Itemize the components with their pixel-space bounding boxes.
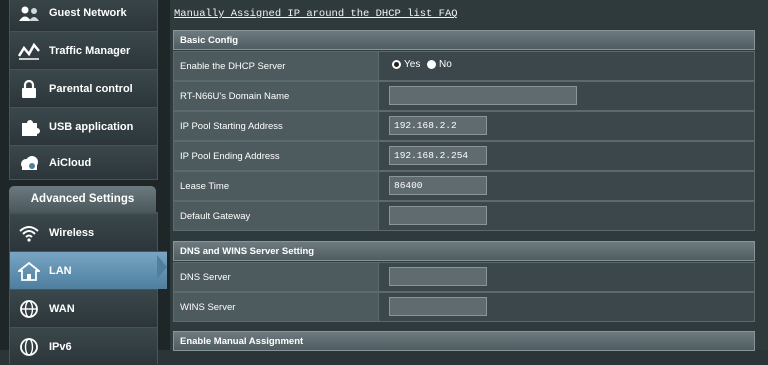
- sidebar-item-label: Traffic Manager: [49, 44, 131, 57]
- pool-end-row: IP Pool Ending Address 192.168.2.254: [173, 141, 755, 171]
- sidebar-item-wireless[interactable]: Wireless: [10, 213, 157, 251]
- domain-name-label: RT-N66U's Domain Name: [174, 82, 379, 110]
- ipv6-icon: [17, 336, 41, 358]
- pool-start-row: IP Pool Starting Address 192.168.2.2: [173, 111, 755, 141]
- lan-icon: [17, 260, 41, 282]
- active-item-arrow: [157, 255, 167, 279]
- domain-name-row: RT-N66U's Domain Name: [173, 81, 755, 111]
- sidebar-item-label: Guest Network: [49, 6, 127, 19]
- dns-wins-header: DNS and WINS Server Setting: [173, 241, 755, 261]
- aicloud-icon: [17, 152, 41, 174]
- dns-server-input[interactable]: [389, 267, 487, 286]
- pool-start-input[interactable]: 192.168.2.2: [389, 116, 487, 135]
- sidebar-item-label: LAN: [49, 264, 72, 277]
- general-menu-group: Guest Network Traffic Manager Parental c…: [9, 0, 158, 180]
- dns-server-label: DNS Server: [174, 263, 379, 291]
- lease-time-row: Lease Time 86400: [173, 171, 755, 201]
- wan-icon: [17, 298, 41, 320]
- wireless-icon: [17, 222, 41, 244]
- lease-time-input[interactable]: 86400: [389, 176, 487, 195]
- domain-name-input[interactable]: [389, 86, 577, 105]
- radio-unselected-icon: [427, 60, 436, 69]
- sidebar: Guest Network Traffic Manager Parental c…: [0, 0, 170, 365]
- manual-assignment-header: Enable Manual Assignment: [173, 331, 755, 351]
- usb-application-icon: [17, 116, 41, 138]
- default-gateway-input[interactable]: [389, 206, 487, 225]
- dhcp-no-radio[interactable]: No: [427, 59, 452, 70]
- dhcp-yes-radio[interactable]: Yes: [392, 59, 420, 70]
- faq-link[interactable]: Manually Assigned IP around the DHCP lis…: [174, 8, 458, 20]
- pool-end-label: IP Pool Ending Address: [174, 142, 379, 170]
- radio-selected-icon: [392, 60, 401, 69]
- sidebar-item-usb-application[interactable]: USB application: [10, 107, 157, 145]
- sidebar-item-parental-control[interactable]: Parental control: [10, 69, 157, 107]
- sidebar-item-label: Parental control: [49, 82, 133, 95]
- sidebar-item-label: IPv6: [49, 340, 72, 353]
- basic-config-header: Basic Config: [173, 30, 755, 50]
- sidebar-item-label: AiCloud: [49, 156, 92, 169]
- sidebar-item-label: WAN: [49, 302, 75, 315]
- dhcp-enable-row: Enable the DHCP Server Yes No: [173, 51, 755, 81]
- sidebar-item-guest-network[interactable]: Guest Network: [10, 0, 157, 31]
- sidebar-item-label: USB application: [49, 120, 134, 133]
- parental-control-icon: [17, 78, 41, 100]
- advanced-settings-header: Advanced Settings: [9, 186, 156, 212]
- wins-server-input[interactable]: [389, 297, 487, 316]
- dhcp-enable-label: Enable the DHCP Server: [174, 52, 379, 80]
- sidebar-item-traffic-manager[interactable]: Traffic Manager: [10, 31, 157, 69]
- lease-time-label: Lease Time: [174, 172, 379, 200]
- pool-start-label: IP Pool Starting Address: [174, 112, 379, 140]
- default-gateway-label: Default Gateway: [174, 202, 379, 230]
- sidebar-item-ipv6[interactable]: IPv6: [10, 327, 157, 365]
- wins-server-row: WINS Server: [173, 292, 755, 322]
- dns-server-row: DNS Server: [173, 262, 755, 292]
- pool-end-input[interactable]: 192.168.2.254: [389, 146, 487, 165]
- default-gateway-row: Default Gateway: [173, 201, 755, 231]
- sidebar-item-wan[interactable]: WAN: [10, 289, 157, 327]
- main-panel: Manually Assigned IP around the DHCP lis…: [170, 0, 768, 351]
- advanced-menu-group: Wireless LAN WAN IPv6: [9, 212, 167, 365]
- traffic-manager-icon: [17, 40, 41, 62]
- guest-network-icon: [17, 2, 41, 24]
- sidebar-item-label: Wireless: [49, 226, 95, 239]
- wins-server-label: WINS Server: [174, 293, 379, 321]
- sidebar-item-lan[interactable]: LAN: [10, 251, 167, 289]
- sidebar-item-aicloud[interactable]: AiCloud: [10, 145, 157, 179]
